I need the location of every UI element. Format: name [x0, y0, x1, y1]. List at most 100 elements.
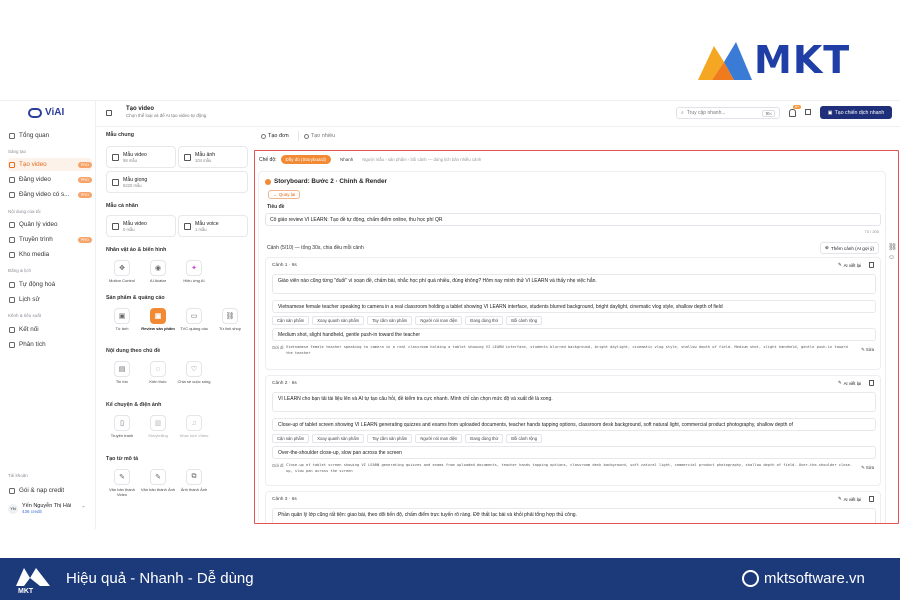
tool-from-image[interactable]: ▣ Từ ảnh [104, 308, 140, 331]
trash-icon[interactable] [869, 496, 874, 502]
tool-label: Văn bản thành Ảnh [140, 487, 176, 492]
sidebar-item-overview[interactable]: Tổng quan [8, 129, 92, 142]
tool-music-video[interactable]: ♫ Nhạc kịch Video [176, 415, 212, 438]
tool-label: Từ ảnh [115, 326, 129, 331]
tool-news[interactable]: ▤ Tin tức [104, 361, 140, 384]
ai-rewrite-button[interactable]: ✎ AI viết lại [838, 380, 861, 386]
template-image-card[interactable]: Mẫu ảnh 104 mẫu [178, 146, 248, 168]
link-icon[interactable]: ⛓ [888, 243, 897, 251]
ai-rewrite-button[interactable]: ✎ AI viết lại [838, 262, 861, 268]
template-panel: Mẫu chung Mẫu video 98 mẫu Mẫu ảnh 104 mẫu… [100, 126, 252, 528]
chip[interactable]: Bối cảnh rộng [506, 434, 543, 443]
chip[interactable]: Người nói man điện [415, 434, 463, 443]
chip[interactable]: Bối cảnh rộng [506, 316, 543, 325]
sidebar-item-post-video[interactable]: Đăng video PRO [8, 173, 92, 186]
scene-script[interactable]: VI LEARN cho bạn tải tài liệu lên và AI … [272, 392, 876, 412]
sidebar-item-create-video[interactable]: Tạo video PRO [8, 158, 92, 171]
quick-campaign-button[interactable]: ▣ Tạo chiến dịch nhanh [820, 106, 892, 119]
scene-camera[interactable]: Medium shot, slight handheld, gentle pus… [272, 328, 876, 341]
tool-motion-control[interactable]: ✥ Motion Control [104, 260, 140, 283]
chip[interactable]: Tay cầm sản phẩm [367, 316, 413, 325]
chip[interactable]: Đang dùng thử [465, 434, 504, 443]
mkt-logo-icon [698, 42, 752, 80]
scene-camera[interactable]: Over-the-shoulder close-up, slow pan acr… [272, 446, 876, 459]
tool-image-to-image[interactable]: ⧉ Ảnh thành Ảnh [176, 469, 212, 492]
footer-website[interactable]: mktsoftware.vn [764, 570, 865, 587]
chip[interactable]: Cận sản phẩm [272, 316, 310, 325]
sidebar-item-analytics[interactable]: Phân tích [8, 338, 92, 351]
news-icon: ▤ [114, 361, 130, 377]
mode-full-button[interactable]: Đầy đủ (Storyboard) [280, 155, 332, 164]
scene-script[interactable]: Phần quản lý lớp cũng rất tiện: giao bài… [272, 508, 876, 523]
ai-rewrite-button[interactable]: ✎ AI viết lại [838, 496, 861, 502]
tool-product-review[interactable]: ▣ Review sản phẩm [140, 308, 176, 331]
bell-icon[interactable] [789, 109, 796, 117]
tv-icon: ▭ [186, 308, 202, 324]
title-counter: 73 / 200 [864, 229, 879, 234]
side-float-buttons: ⛓ ☺ [888, 243, 897, 261]
personal-voice-card[interactable]: Mẫu voice 1 mẫu [178, 215, 248, 237]
trash-icon[interactable] [869, 380, 874, 386]
tool-shop-link[interactable]: ⛓ Từ link shop [212, 308, 248, 331]
card-label: Mẫu video [123, 220, 147, 227]
tab-bulk[interactable]: Tạo nhiều [297, 131, 338, 141]
back-button[interactable]: ← Quay lại [268, 190, 301, 199]
tool-knowledge[interactable]: ◌ Kiến thức [140, 361, 176, 384]
tool-life-share[interactable]: ♡ Chia sẻ cuộc sống [176, 361, 212, 384]
tab-single[interactable]: Tạo đơn [258, 131, 292, 141]
edit-button[interactable]: ✎ Sửa [861, 465, 874, 471]
template-video-card[interactable]: Mẫu video 98 mẫu [106, 146, 176, 168]
chip[interactable]: Xoay quanh sản phẩm [312, 316, 365, 325]
tab-label: Tạo nhiều [310, 133, 336, 139]
chip[interactable]: Xoay quanh sản phẩm [312, 434, 365, 443]
title-input[interactable]: Cô giáo review VI LEARN: Tạo đề tự động,… [265, 213, 881, 226]
tool-label: Motion Control [108, 278, 135, 283]
scene-script[interactable]: Giáo viên nào cũng từng "đuối" vì soạn đ… [272, 274, 876, 294]
tool-label: Nhạc kịch Video [179, 433, 209, 438]
chip[interactable]: Đang dùng thử [465, 316, 504, 325]
edit-button[interactable]: ✎ Sửa [861, 347, 874, 353]
add-scene-button[interactable]: ⊕ Thêm cảnh (AI gợi ý) [820, 242, 879, 254]
camera-chips: Cận sản phẩm Xoay quanh sản phẩm Tay cầm… [272, 434, 543, 443]
tool-ai-effects[interactable]: ✦ Hiệu ứng AI [176, 260, 212, 283]
chip[interactable]: Cận sản phẩm [272, 434, 310, 443]
sidebar-item-post-video-2[interactable]: Đăng video có s... PRO [8, 188, 92, 201]
tool-text-to-video[interactable]: ✎ Văn bản thành Video [104, 469, 140, 497]
tool-ai-avatar[interactable]: ◉ AI Avatar [140, 260, 176, 283]
sidebar-section-title: Kênh & tiêu suất [8, 313, 42, 318]
sidebar-item-connect[interactable]: Kết nối [8, 323, 92, 336]
move-icon: ✥ [114, 260, 130, 276]
tool-tvc[interactable]: ▭ TVC quảng cáo [176, 308, 212, 331]
sidebar-item-history[interactable]: Lịch sử [8, 293, 92, 306]
scene-prompt[interactable]: Vietnamese female teacher speaking to ca… [272, 300, 876, 313]
sidebar-item-media[interactable]: Kho media [8, 248, 92, 261]
box-icon: ▣ [150, 308, 166, 324]
sidebar-item-automation[interactable]: Tự động hoá [8, 278, 92, 291]
sidebar-toggle-icon[interactable] [106, 110, 112, 116]
tool-label: Truyện tranh [110, 433, 134, 438]
chip[interactable]: Người nói man điện [415, 316, 463, 325]
chip[interactable]: Tay cầm sản phẩm [367, 434, 413, 443]
search-input[interactable]: ⌕ Truy cập nhanh... ⌘K [676, 107, 780, 119]
personal-video-card[interactable]: Mẫu video 0 mẫu [106, 215, 176, 237]
tool-text-to-image[interactable]: ✎ Văn bản thành Ảnh [140, 469, 176, 492]
sidebar-item-manage-video[interactable]: Quản lý video [8, 218, 92, 231]
trash-icon[interactable] [869, 262, 874, 268]
sidebar-item-label: Truyền trình [19, 236, 53, 243]
sidebar-item-credit[interactable]: Gói & nạp credit [8, 484, 92, 497]
settings-icon[interactable] [805, 109, 811, 115]
sidebar-item-story[interactable]: Truyền trình PRO [8, 233, 92, 246]
ai-rewrite-label: AI viết lại [843, 262, 861, 268]
tab-label: Tạo đơn [268, 133, 289, 139]
template-voice-card[interactable]: Mẫu giọng 6220 mẫu [106, 171, 248, 193]
tool-storytelling[interactable]: ▥ Storytelling [140, 415, 176, 438]
tool-comic[interactable]: ▯ Truyện tranh [104, 415, 140, 438]
app-logo[interactable]: ViAI [28, 107, 64, 118]
text-image-icon: ✎ [150, 469, 166, 485]
user-profile[interactable]: YN Yến Nguyễn Thị Hải 436 credit ⌃ [8, 503, 86, 514]
smile-icon[interactable]: ☺ [888, 254, 897, 261]
scene-prompt[interactable]: Close-up of tablet screen showing VI LEA… [272, 418, 876, 431]
mode-quick-button[interactable]: Nhanh [335, 155, 358, 164]
sidebar-item-label: Tạo video [19, 161, 47, 168]
title-label: Tiêu đề [267, 204, 285, 210]
